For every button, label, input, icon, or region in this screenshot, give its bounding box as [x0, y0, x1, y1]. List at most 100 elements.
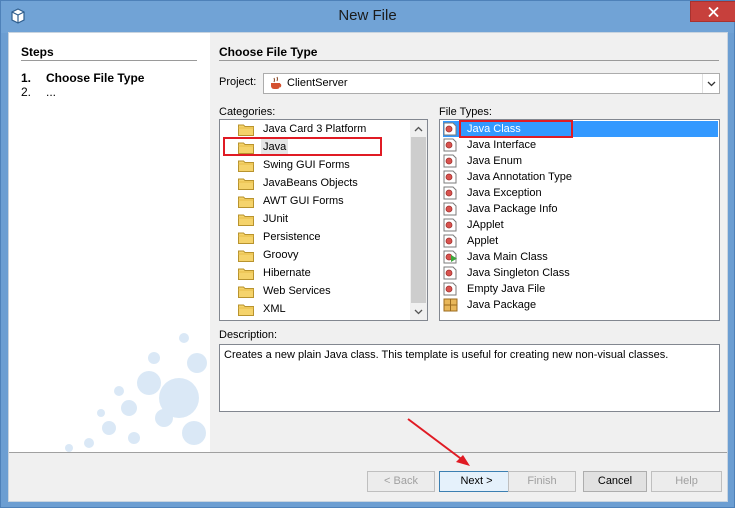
description-label: Description: [219, 329, 278, 341]
file-type-label: Java Interface [467, 139, 537, 151]
category-label: Groovy [263, 249, 299, 261]
file-type-item[interactable]: Java Main Class [443, 249, 718, 265]
cancel-button[interactable]: Cancel [583, 471, 647, 492]
decorative-bubbles-graphic [65, 333, 207, 452]
file-type-item[interactable]: Empty Java File [443, 281, 718, 297]
step-label: ... [46, 85, 57, 99]
help-button[interactable]: Help [651, 471, 722, 492]
java-class-icon [443, 234, 457, 248]
folder-icon [238, 304, 254, 316]
project-label: Project: [219, 76, 257, 88]
file-type-item[interactable]: Java Exception [443, 185, 718, 201]
category-label: Swing GUI Forms [263, 159, 350, 171]
dropdown-button[interactable] [702, 74, 719, 93]
file-type-label: Java Singleton Class [467, 267, 570, 279]
folder-icon [238, 196, 254, 208]
category-label: XML [263, 303, 286, 315]
java-class-icon [443, 186, 457, 200]
folder-icon [238, 178, 254, 190]
category-label: Hibernate [263, 267, 311, 279]
category-label: JavaBeans Objects [263, 177, 358, 189]
file-type-item[interactable]: Java Package [443, 297, 718, 313]
file-type-label: JApplet [467, 219, 504, 231]
file-type-label: Java Package [467, 299, 537, 311]
categories-scrollbar[interactable] [410, 120, 427, 320]
next-button[interactable]: Next > [439, 471, 514, 492]
file-type-item[interactable]: Applet [443, 233, 718, 249]
step-item-next: 2.... [21, 85, 56, 99]
categories-tree[interactable]: Java Card 3 Platform Java Swing GUI Forms J… [219, 119, 428, 321]
file-type-label: Java Annotation Type [467, 171, 572, 183]
category-label: Web Services [263, 285, 331, 297]
file-type-label: Empty Java File [467, 283, 546, 295]
java-class-icon [443, 154, 457, 168]
dialog-content: Steps 1. Choose File Type 2.... Choose F… [8, 32, 728, 502]
category-label: AWT GUI Forms [263, 195, 344, 207]
scroll-down-button[interactable] [410, 303, 427, 320]
file-type-item[interactable]: Java Class [443, 121, 718, 137]
chevron-down-icon [707, 81, 716, 87]
java-class-icon [443, 170, 457, 184]
annotation-arrow-icon [407, 418, 470, 466]
java-class-icon [443, 138, 457, 152]
footer-divider [9, 452, 727, 453]
close-icon [708, 7, 719, 17]
steps-title: Steps [21, 45, 54, 59]
file-types-label: File Types: [439, 106, 492, 118]
folder-icon [238, 250, 254, 262]
title-divider [219, 60, 719, 61]
file-type-item[interactable]: Java Interface [443, 137, 718, 153]
folder-icon [238, 232, 254, 244]
folder-icon [238, 142, 254, 154]
step-number: 1. [21, 71, 32, 85]
step-item-current: 1. Choose File Type [21, 71, 144, 85]
java-class-icon [443, 282, 457, 296]
category-label: JUnit [263, 213, 289, 225]
title-bar[interactable]: New File [1, 1, 735, 33]
file-type-label: Java Main Class [467, 251, 548, 263]
java-class-icon [443, 122, 457, 136]
file-types-list[interactable]: Java Class Java Interface Java Enum Java An… [439, 119, 720, 321]
file-type-label: Java Exception [467, 187, 542, 199]
scroll-thumb[interactable] [411, 137, 426, 303]
project-select[interactable]: ClientServer [263, 73, 720, 94]
category-label: Java [261, 139, 289, 155]
java-main-class-icon [443, 250, 457, 264]
file-type-item[interactable]: Java Package Info [443, 201, 718, 217]
folder-icon [238, 286, 254, 298]
file-type-label: Java Class [467, 123, 521, 135]
file-type-item[interactable]: JApplet [443, 217, 718, 233]
chevron-up-icon [414, 126, 423, 132]
java-project-icon [271, 76, 282, 89]
file-type-label: Applet [467, 235, 499, 247]
categories-label: Categories: [219, 106, 276, 118]
new-file-dialog: New File Steps 1. Choose File Type 2.... [0, 0, 735, 508]
category-label: Java Card 3 Platform [263, 123, 367, 135]
chevron-down-icon [414, 309, 423, 315]
step-number: 2. [21, 85, 32, 99]
finish-button[interactable]: Finish [508, 471, 576, 492]
step-label: Choose File Type [46, 71, 145, 85]
java-class-icon [443, 202, 457, 216]
back-button[interactable]: < Back [367, 471, 435, 492]
file-type-item[interactable]: Java Singleton Class [443, 265, 718, 281]
description-box: Creates a new plain Java class. This tem… [219, 344, 720, 412]
window-title: New File [338, 7, 397, 24]
package-icon [443, 298, 458, 312]
file-type-item[interactable]: Java Annotation Type [443, 169, 718, 185]
java-class-icon [443, 266, 457, 280]
close-button[interactable] [690, 1, 735, 22]
project-value: ClientServer [287, 77, 348, 89]
java-class-icon [443, 218, 457, 232]
file-type-label: Java Enum [467, 155, 523, 167]
folder-icon [238, 268, 254, 280]
folder-icon [238, 214, 254, 226]
steps-divider [21, 60, 197, 61]
scroll-up-button[interactable] [410, 120, 427, 137]
folder-icon [238, 124, 254, 136]
file-type-label: Java Package Info [467, 203, 558, 215]
page-title: Choose File Type [219, 45, 318, 59]
description-text: Creates a new plain Java class. This tem… [224, 349, 669, 361]
steps-panel: Steps 1. Choose File Type 2.... [9, 33, 210, 452]
file-type-item[interactable]: Java Enum [443, 153, 718, 169]
